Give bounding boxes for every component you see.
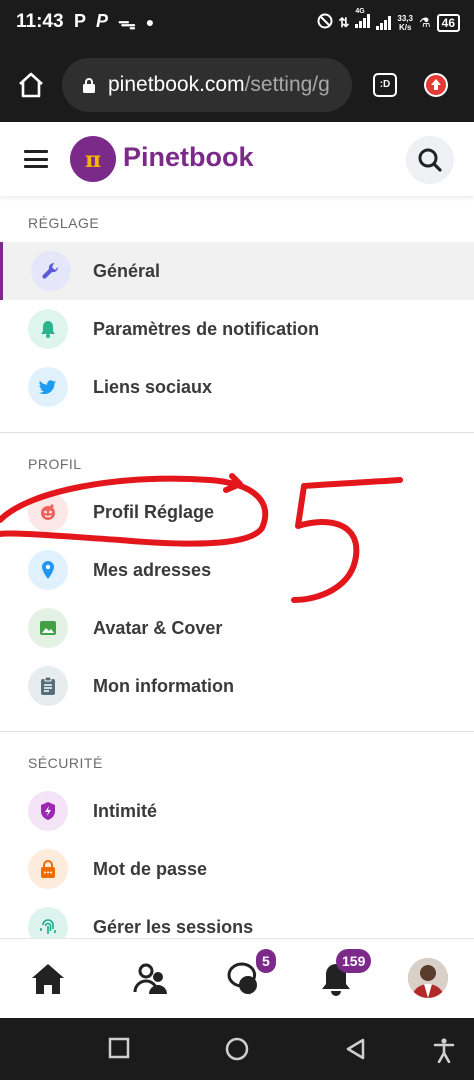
browser-home-button[interactable] bbox=[16, 70, 46, 100]
browser-toolbar: pinetbook.com/setting/g :D bbox=[0, 48, 474, 122]
settings-item-general[interactable]: Général bbox=[0, 242, 474, 300]
location-pin-icon bbox=[28, 550, 68, 590]
hamburger-menu-button[interactable] bbox=[24, 150, 48, 168]
bottom-navigation: 5 159 bbox=[0, 938, 474, 1018]
do-not-disturb-icon bbox=[317, 13, 333, 32]
paypal-icon: P bbox=[96, 11, 109, 31]
arrow-up-icon bbox=[426, 75, 446, 95]
nav-messages[interactable]: 5 bbox=[224, 949, 276, 999]
bell-icon bbox=[28, 309, 68, 349]
signal-icon-2 bbox=[376, 15, 392, 30]
settings-item-notifications[interactable]: Paramètres de notification bbox=[0, 300, 474, 358]
settings-item-label: Profil Réglage bbox=[93, 502, 215, 522]
back-triangle-icon[interactable] bbox=[344, 1037, 366, 1061]
address-bar[interactable]: pinetbook.com/setting/g bbox=[62, 58, 352, 112]
clipboard-icon bbox=[28, 666, 68, 706]
settings-item-profile-settings[interactable]: Profil Réglage bbox=[0, 483, 474, 541]
nav-notifications[interactable]: 159 bbox=[316, 949, 372, 999]
signal-icon-1: 4G bbox=[355, 8, 371, 31]
pinetbook-logo-icon[interactable]: π bbox=[70, 136, 116, 182]
section-title-reglage: RÉGLAGE bbox=[28, 215, 100, 231]
status-bar: 11:43 P P ᯓ ● ⇅ 4G 33,3 K/s ⚗ 46 bbox=[0, 0, 474, 48]
status-notification-icons: P P ᯓ ● bbox=[74, 11, 154, 35]
tab-switcher-button[interactable]: :D bbox=[373, 73, 397, 97]
settings-item-my-information[interactable]: Mon information bbox=[0, 657, 474, 715]
settings-item-privacy[interactable]: Intimité bbox=[0, 782, 474, 840]
user-avatar[interactable] bbox=[408, 958, 448, 998]
app-swirl-icon: ᯓ bbox=[118, 13, 136, 33]
section-divider bbox=[0, 432, 474, 433]
accessibility-icon[interactable] bbox=[432, 1037, 456, 1063]
search-icon bbox=[418, 148, 442, 172]
settings-item-social-links[interactable]: Liens sociaux bbox=[0, 358, 474, 416]
url-host: pinetbook.com bbox=[108, 73, 245, 96]
settings-item-addresses[interactable]: Mes adresses bbox=[0, 541, 474, 599]
dot-icon: ● bbox=[145, 14, 155, 30]
settings-item-label: Gérer les sessions bbox=[93, 917, 254, 937]
messages-badge: 5 bbox=[256, 949, 276, 973]
settings-item-label: Général bbox=[93, 261, 161, 281]
profile-face-icon bbox=[28, 492, 68, 532]
users-icon bbox=[133, 963, 167, 994]
search-button[interactable] bbox=[406, 136, 454, 184]
nav-home[interactable] bbox=[28, 959, 68, 999]
net-speed-unit: K/s bbox=[398, 22, 412, 32]
app-header: π Pinetbook bbox=[0, 122, 474, 196]
settings-item-label: Mot de passe bbox=[93, 859, 208, 879]
settings-item-label: Mon information bbox=[93, 676, 234, 696]
network-gen-label: 4G bbox=[355, 8, 365, 15]
recents-square-icon[interactable] bbox=[108, 1037, 130, 1059]
settings-item-password[interactable]: Mot de passe bbox=[0, 840, 474, 898]
home-circle-icon[interactable] bbox=[225, 1037, 249, 1061]
flask-icon: ⚗ bbox=[418, 14, 431, 30]
status-time: 11:43 bbox=[16, 11, 64, 32]
image-icon bbox=[28, 608, 68, 648]
logo-text[interactable]: Pinetbook bbox=[123, 142, 254, 173]
section-title-profil: PROFIL bbox=[28, 456, 82, 472]
settings-item-avatar-cover[interactable]: Avatar & Cover bbox=[0, 599, 474, 657]
settings-item-label: Avatar & Cover bbox=[93, 618, 223, 638]
url-path: /setting/g bbox=[244, 73, 330, 96]
net-speed-value: 33,3 bbox=[397, 13, 413, 23]
lock-icon bbox=[83, 78, 95, 93]
app-p-icon: P bbox=[74, 11, 87, 31]
net-speed: 33,3 K/s bbox=[397, 14, 413, 32]
status-system-icons: ⇅ 4G 33,3 K/s ⚗ 46 bbox=[317, 8, 460, 32]
lock-icon bbox=[28, 849, 68, 889]
android-navigation-bar bbox=[0, 1018, 474, 1080]
settings-item-label: Intimité bbox=[93, 801, 158, 821]
data-transfer-icon: ⇅ bbox=[338, 14, 350, 30]
home-icon bbox=[19, 72, 43, 98]
nav-friends[interactable] bbox=[132, 959, 172, 999]
settings-item-label: Paramètres de notification bbox=[93, 319, 320, 339]
settings-item-label: Liens sociaux bbox=[93, 377, 213, 397]
twitter-icon bbox=[28, 367, 68, 407]
svg-text:π: π bbox=[85, 147, 101, 173]
battery-indicator: 46 bbox=[436, 13, 460, 32]
browser-update-button[interactable] bbox=[424, 73, 448, 97]
notifications-badge: 159 bbox=[336, 949, 372, 973]
settings-item-label: Mes adresses bbox=[93, 560, 212, 580]
section-title-securite: SÉCURITÉ bbox=[28, 755, 103, 771]
section-divider bbox=[0, 731, 474, 732]
home-icon bbox=[32, 964, 64, 994]
wrench-icon bbox=[31, 251, 71, 291]
shield-bolt-icon bbox=[28, 791, 68, 831]
